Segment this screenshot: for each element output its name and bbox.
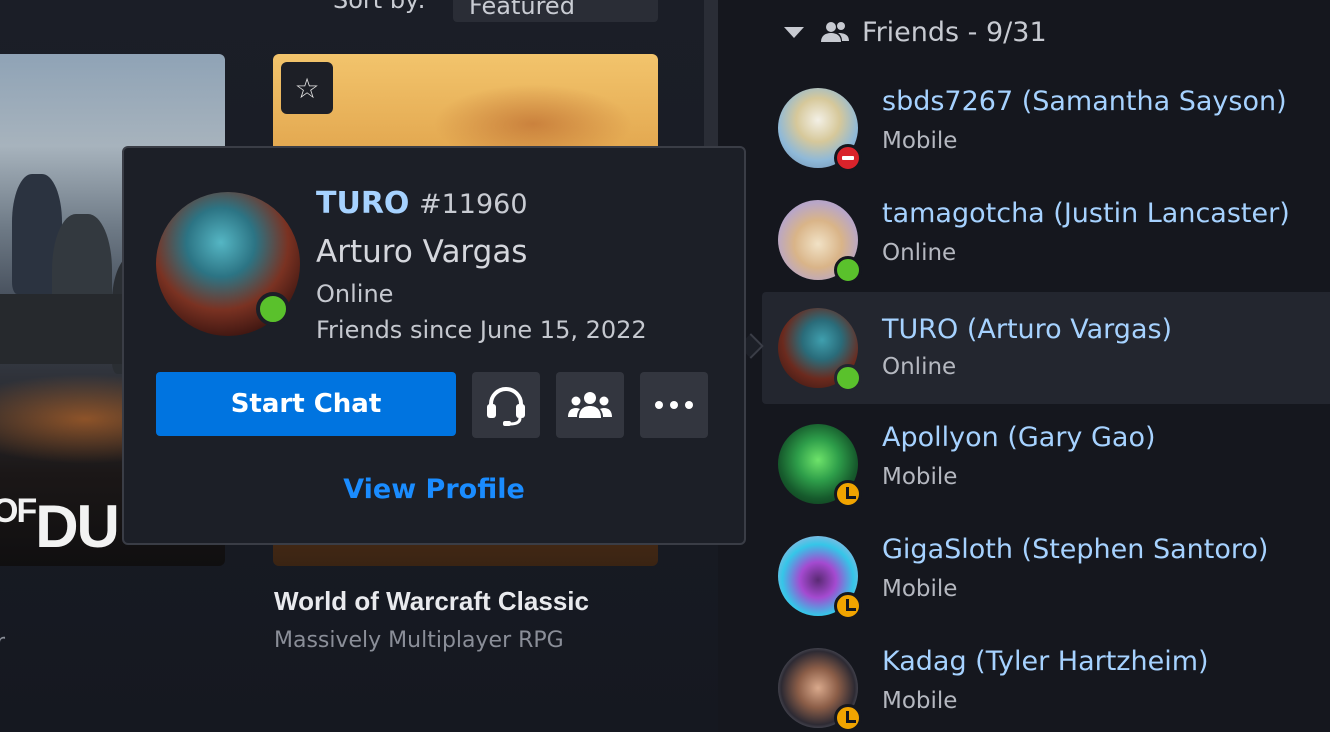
star-icon: ☆ (294, 71, 320, 105)
view-profile-link[interactable]: View Profile (124, 474, 744, 505)
headset-icon (487, 387, 525, 426)
game-genre: Massively Multiplayer RPG (274, 628, 564, 653)
cod-logo-text: OFDU (0, 492, 120, 561)
friend-row[interactable]: sbds7267 (Samantha Sayson) Mobile (762, 72, 1330, 184)
battletag-number: #11960 (418, 189, 528, 220)
real-name: Arturo Vargas (316, 234, 528, 270)
busy-status-icon (834, 144, 862, 172)
friend-status: Online (882, 240, 957, 266)
friend-status: Online (882, 354, 957, 380)
favorite-button[interactable]: ☆ (281, 62, 333, 114)
friend-profile-popup: TURO #11960 Arturo Vargas Online Friends… (122, 146, 746, 545)
friend-row[interactable]: GigaSloth (Stephen Santoro) Mobile (762, 520, 1330, 632)
friends-group-header[interactable]: Friends - 9/31 (784, 12, 1047, 52)
cod-logo-du: DU (35, 493, 120, 560)
cod-logo-of: OF (0, 492, 37, 530)
voice-call-button[interactable] (472, 372, 540, 438)
friend-row[interactable]: tamagotcha (Justin Lancaster) Online (762, 184, 1330, 296)
group-icon (568, 392, 612, 418)
away-status-icon (834, 704, 862, 732)
friend-status: Mobile (882, 464, 958, 490)
presence-status: Online (316, 280, 394, 308)
invite-to-group-button[interactable] (556, 372, 624, 438)
online-status-icon (256, 292, 290, 326)
battletag: TURO #11960 (316, 186, 528, 221)
more-options-button[interactable] (640, 372, 708, 438)
friends-since: Friends since June 15, 2022 (316, 316, 647, 344)
friend-name: GigaSloth (Stephen Santoro) (882, 534, 1269, 565)
more-icon (655, 401, 693, 409)
away-status-icon (834, 592, 862, 620)
scrollbar[interactable] (704, 0, 718, 150)
group-icon (821, 22, 849, 42)
friend-name: sbds7267 (Samantha Sayson) (882, 86, 1287, 117)
friend-row-selected[interactable]: TURO (Arturo Vargas) Online (762, 292, 1330, 404)
game-title[interactable]: World of Warcraft Classic (274, 586, 589, 617)
friend-name: tamagotcha (Justin Lancaster) (882, 198, 1290, 229)
caret-down-icon (784, 26, 804, 38)
game-genre-cut: r (0, 630, 6, 655)
online-status-icon (834, 256, 862, 284)
friends-panel: Friends - 9/31 sbds7267 (Samantha Sayson… (718, 0, 1330, 732)
friend-name: Apollyon (Gary Gao) (882, 422, 1156, 453)
friends-count-label: Friends - 9/31 (862, 16, 1047, 48)
sort-label: Sort by: (333, 0, 426, 14)
friend-status: Mobile (882, 688, 958, 714)
sort-dropdown[interactable]: Featured (453, 0, 658, 22)
friend-status: Mobile (882, 576, 958, 602)
friend-row[interactable]: Apollyon (Gary Gao) Mobile (762, 408, 1330, 520)
friend-name: TURO (Arturo Vargas) (882, 314, 1173, 345)
away-status-icon (834, 480, 862, 508)
battletag-name: TURO (316, 186, 410, 221)
friend-name: Kadag (Tyler Hartzheim) (882, 646, 1209, 677)
start-chat-button[interactable]: Start Chat (156, 372, 456, 436)
friend-status: Mobile (882, 128, 958, 154)
friend-row[interactable]: Kadag (Tyler Hartzheim) Mobile (762, 632, 1330, 732)
online-status-icon (834, 364, 862, 392)
